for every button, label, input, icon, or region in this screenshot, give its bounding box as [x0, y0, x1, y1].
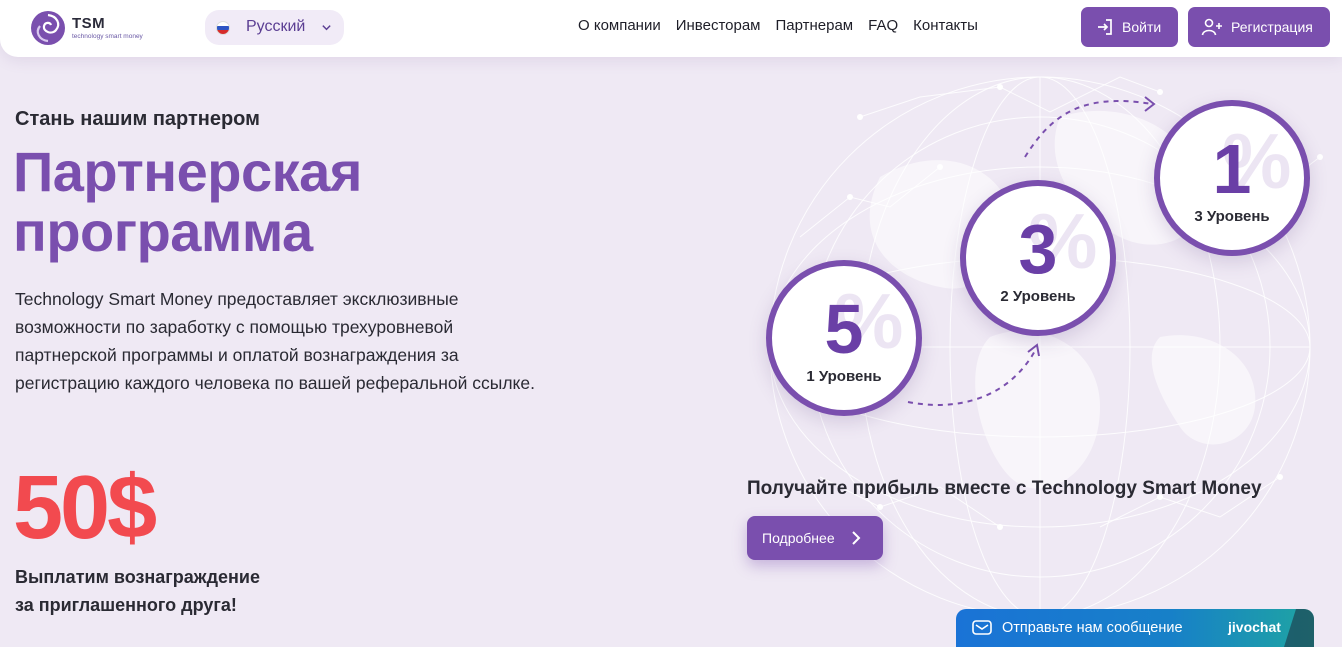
reward-text: Выплатим вознаграждение за приглашенного…	[15, 563, 315, 619]
level-1-label: 1 Уровень	[806, 368, 882, 385]
logo-subtitle: technology smart money	[72, 33, 143, 40]
register-label: Регистрация	[1231, 19, 1313, 35]
chat-brand: jivochat	[1228, 619, 1281, 635]
chevron-right-icon	[851, 531, 861, 545]
logo-title: TSM	[72, 15, 106, 32]
add-user-icon	[1201, 18, 1222, 36]
russia-flag-icon	[216, 21, 230, 35]
level-2-circle: % 3 2 Уровень	[960, 180, 1116, 336]
message-icon	[972, 619, 992, 635]
hero-kicker: Стань нашим партнером	[15, 108, 260, 130]
level-3-circle: % 1 3 Уровень	[1154, 100, 1310, 256]
language-selector[interactable]: Русский	[205, 10, 344, 45]
header: TSM technology smart money Русский О ком…	[0, 0, 1342, 57]
more-button-label: Подробнее	[762, 530, 835, 546]
cta-title: Получайте прибыль вместе с Technology Sm…	[747, 478, 1262, 499]
nav-link-about[interactable]: О компании	[578, 17, 661, 34]
chat-widget[interactable]: Отправьте нам сообщение jivochat	[956, 609, 1314, 647]
login-icon	[1098, 19, 1112, 35]
nav-link-partners[interactable]: Партнерам	[775, 17, 853, 34]
chevron-down-icon	[322, 25, 331, 31]
level-2-label: 2 Уровень	[1000, 288, 1076, 305]
main-nav: О компании Инвесторам Партнерам FAQ Конт…	[578, 17, 978, 34]
reward-amount: 50$	[13, 458, 157, 558]
reward-line-2: за приглашенного друга!	[15, 595, 237, 615]
level-1-circle: % 5 1 Уровень	[766, 260, 922, 416]
level-3-percent: 1	[1212, 130, 1252, 208]
reward-line-1: Выплатим вознаграждение	[15, 567, 260, 587]
nav-link-faq[interactable]: FAQ	[868, 17, 898, 34]
level-2-percent: 3	[1018, 210, 1058, 288]
language-label: Русский	[246, 18, 306, 35]
chat-corner	[1284, 609, 1314, 647]
level-1-percent: 5	[824, 290, 864, 368]
logo[interactable]: TSM technology smart money	[30, 8, 150, 48]
login-label: Войти	[1122, 19, 1162, 35]
more-button[interactable]: Подробнее	[747, 516, 883, 560]
hero-description: Technology Smart Money предоставляет экс…	[15, 289, 536, 393]
level-3-label: 3 Уровень	[1194, 208, 1270, 225]
chat-prompt: Отправьте нам сообщение	[1002, 620, 1183, 636]
nav-link-contacts[interactable]: Контакты	[913, 17, 978, 34]
register-button[interactable]: Регистрация	[1188, 7, 1330, 47]
logo-swirl-icon	[31, 11, 65, 45]
nav-link-investors[interactable]: Инвесторам	[676, 17, 761, 34]
page-title: Партнерская программа	[13, 140, 362, 263]
login-button[interactable]: Войти	[1081, 7, 1178, 47]
